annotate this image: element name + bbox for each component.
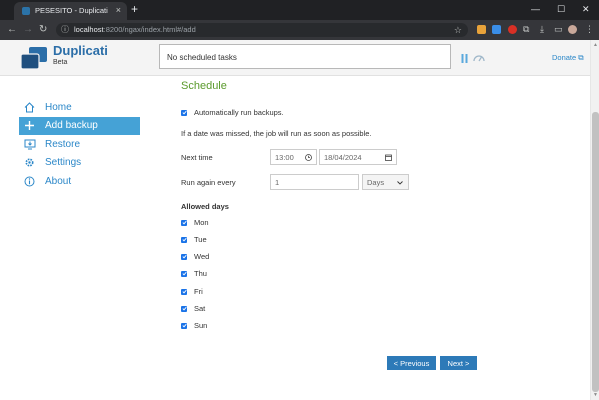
day-sat-checkbox[interactable]	[181, 305, 187, 312]
scrollbar-thumb[interactable]	[592, 112, 599, 392]
next-time-date-input[interactable]: 18/04/2024	[319, 149, 397, 165]
scroll-down-arrow-icon[interactable]: ▼	[592, 392, 599, 398]
donate-link[interactable]: Donate ⧉	[552, 53, 584, 63]
day-wed-row: Wed	[181, 252, 209, 261]
restore-icon	[23, 138, 36, 150]
plus-icon	[23, 120, 36, 132]
run-again-unit-select[interactable]: Days	[362, 174, 409, 190]
tab-title: PESESITO - Duplicati	[35, 6, 108, 15]
day-sun-checkbox[interactable]	[181, 322, 187, 329]
day-thu-row: Thu	[181, 269, 207, 278]
sidebar-item-home[interactable]: Home	[19, 98, 140, 116]
duplicati-favicon-icon	[22, 7, 30, 15]
day-tue-checkbox[interactable]	[181, 236, 187, 243]
external-link-icon: ⧉	[578, 53, 584, 62]
address-bar[interactable]: ⓘ localhost:8200/ngax/index.html#/add ☆	[56, 23, 468, 37]
day-fri-row: Fri	[181, 287, 203, 296]
task-status-text: No scheduled tasks	[167, 53, 237, 62]
auto-run-row: Automatically run backups.	[181, 108, 284, 117]
auto-run-label[interactable]: Automatically run backups.	[194, 108, 284, 117]
page-scrollbar[interactable]: ▲ ▼	[590, 40, 599, 400]
profile-avatar[interactable]	[568, 25, 577, 34]
chevron-down-icon	[397, 181, 403, 185]
sidebar-item-label: Settings	[45, 157, 82, 168]
reload-button[interactable]: ↻	[39, 23, 47, 36]
run-again-label: Run again every	[181, 178, 236, 187]
day-tue-label[interactable]: Tue	[194, 235, 207, 244]
extension-3-icon[interactable]	[508, 25, 517, 34]
home-icon	[23, 101, 36, 113]
minimize-button[interactable]: —	[531, 3, 540, 15]
page-title: Schedule	[181, 80, 227, 92]
site-info-icon[interactable]: ⓘ	[61, 25, 69, 35]
sidebar-item-settings[interactable]: Settings	[19, 154, 140, 172]
browser-tab-strip: PESESITO - Duplicati × + — ☐ ✕	[0, 0, 599, 20]
page-viewport: Duplicati Beta No scheduled tasks Donate…	[0, 40, 590, 400]
clock-icon	[305, 154, 312, 161]
app-header: Duplicati Beta No scheduled tasks Donate…	[0, 40, 590, 76]
browser-tab[interactable]: PESESITO - Duplicati ×	[14, 2, 127, 20]
day-mon-label[interactable]: Mon	[194, 218, 209, 227]
sidebar-item-label: Add backup	[45, 120, 98, 131]
scroll-up-arrow-icon[interactable]: ▲	[592, 42, 599, 48]
extension-2-icon[interactable]	[492, 25, 501, 34]
day-sun-row: Sun	[181, 321, 207, 330]
throttle-speed-icon[interactable]	[473, 53, 485, 62]
duplicati-logo-icon[interactable]	[20, 45, 48, 71]
sidebar-item-label: Home	[45, 101, 72, 113]
sidebar-item-label: About	[45, 175, 72, 187]
schedule-form: Schedule Automatically run backups. If a…	[181, 80, 481, 330]
sidebar-item-label: Restore	[45, 138, 81, 150]
day-fri-checkbox[interactable]	[181, 288, 187, 295]
close-window-button[interactable]: ✕	[582, 3, 590, 15]
maximize-button[interactable]: ☐	[557, 3, 565, 15]
app-edition: Beta	[53, 59, 68, 66]
side-panel-icon[interactable]: ▭	[554, 24, 563, 35]
back-button[interactable]: ←	[7, 23, 17, 36]
next-button[interactable]: Next >	[440, 356, 477, 370]
new-tab-button[interactable]: +	[131, 3, 138, 15]
day-tue-row: Tue	[181, 235, 207, 244]
tab-close-icon[interactable]: ×	[116, 5, 121, 15]
day-sat-label[interactable]: Sat	[194, 304, 205, 313]
next-time-time-input[interactable]: 13:00	[270, 149, 317, 165]
previous-button[interactable]: < Previous	[387, 356, 436, 370]
task-status-box: No scheduled tasks	[159, 44, 451, 69]
sidebar-item-about[interactable]: About	[19, 172, 140, 190]
sidebar-item-restore[interactable]: Restore	[19, 135, 140, 153]
calendar-icon	[385, 154, 392, 161]
extension-1-icon[interactable]	[477, 25, 486, 34]
sidebar-nav: Home Add backup Restore Settings About	[19, 98, 140, 191]
forward-button[interactable]: →	[23, 23, 33, 36]
pause-icon[interactable]	[461, 54, 468, 63]
day-sun-label[interactable]: Sun	[194, 321, 207, 330]
auto-run-checkbox[interactable]	[181, 109, 187, 116]
next-time-label: Next time	[181, 153, 213, 162]
day-thu-label[interactable]: Thu	[194, 269, 207, 278]
sidebar-item-add-backup[interactable]: Add backup	[19, 116, 140, 135]
gear-icon	[23, 157, 36, 169]
run-again-value-input[interactable]: 1	[270, 174, 359, 190]
day-wed-label[interactable]: Wed	[194, 252, 209, 261]
day-thu-checkbox[interactable]	[181, 270, 187, 277]
missed-note: If a date was missed, the job will run a…	[181, 129, 372, 138]
downloads-icon[interactable]: ⤓	[540, 24, 544, 35]
browser-toolbar: ← → ↻ ⓘ localhost:8200/ngax/index.html#/…	[0, 20, 599, 40]
day-wed-checkbox[interactable]	[181, 253, 187, 260]
browser-menu-icon[interactable]: ⋮	[585, 24, 594, 35]
extensions-puzzle-icon[interactable]: ⧉	[523, 24, 529, 35]
day-mon-row: Mon	[181, 218, 209, 227]
address-url: localhost:8200/ngax/index.html#/add	[74, 25, 196, 34]
bookmark-star-icon[interactable]: ☆	[454, 24, 462, 36]
info-icon	[23, 175, 36, 187]
day-sat-row: Sat	[181, 304, 205, 313]
app-name[interactable]: Duplicati	[53, 43, 108, 58]
allowed-days-label: Allowed days	[181, 202, 229, 211]
day-fri-label[interactable]: Fri	[194, 287, 203, 296]
day-mon-checkbox[interactable]	[181, 219, 187, 226]
